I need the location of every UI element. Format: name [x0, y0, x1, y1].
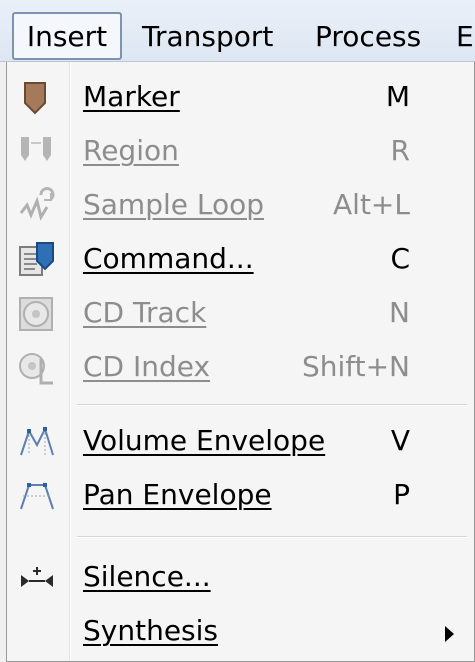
menu-item-label: Synthesis [83, 614, 218, 647]
menu-item-label: Marker [83, 80, 180, 113]
sample-loop-icon [17, 187, 57, 225]
menu-item-label: CD Index [83, 350, 211, 383]
menu-item-label: Region [83, 134, 179, 167]
menu-item-shortcut: P [393, 478, 410, 511]
submenu-arrow-icon [445, 626, 454, 642]
menu-item-pan-envelope[interactable]: Pan Envelope P [7, 468, 475, 522]
insert-dropdown-menu: Marker M Region R Sample Loop Alt+L Comm… [6, 62, 475, 662]
menu-item-cd-track[interactable]: CD Track N [7, 286, 475, 340]
menu-item-shortcut: V [390, 424, 410, 457]
menu-item-sample-loop[interactable]: Sample Loop Alt+L [7, 178, 475, 232]
menu-item-shortcut: M [385, 80, 410, 113]
menu-transport[interactable]: Transport [132, 14, 283, 60]
menu-item-shortcut: N [389, 296, 410, 329]
menu-item-shortcut: Alt+L [333, 188, 410, 221]
menu-separator [77, 536, 467, 538]
menu-separator [77, 404, 467, 406]
pan-envelope-icon [17, 477, 57, 515]
menu-edit-partial[interactable]: E [452, 14, 475, 60]
menu-item-marker[interactable]: Marker M [7, 70, 475, 124]
menu-item-shortcut: R [390, 134, 410, 167]
menu-item-shortcut: C [390, 242, 410, 275]
menu-item-label: CD Track [83, 296, 207, 329]
command-icon [17, 241, 57, 279]
cd-index-icon [17, 349, 57, 387]
marker-icon [17, 79, 57, 117]
silence-icon [17, 559, 57, 597]
volume-envelope-icon [17, 423, 57, 461]
menu-item-synthesis[interactable]: Synthesis [7, 604, 475, 658]
region-icon [17, 133, 57, 171]
menu-process[interactable]: Process [305, 14, 431, 60]
menu-item-label: Sample Loop [83, 188, 265, 221]
menu-item-shortcut: Shift+N [301, 350, 410, 383]
menu-item-silence[interactable]: Silence... [7, 550, 475, 604]
menu-item-command[interactable]: Command... C [7, 232, 475, 286]
menu-bar: Insert Transport Process E [0, 0, 475, 62]
menu-insert[interactable]: Insert [12, 12, 122, 60]
menu-item-volume-envelope[interactable]: Volume Envelope V [7, 414, 475, 468]
menu-item-label: Volume Envelope [83, 424, 326, 457]
menu-item-label: Pan Envelope [83, 478, 272, 511]
menu-item-region[interactable]: Region R [7, 124, 475, 178]
cd-track-icon [17, 295, 57, 333]
menu-item-label: Command... [83, 242, 254, 275]
menu-item-cd-index[interactable]: CD Index Shift+N [7, 340, 475, 394]
menu-item-label: Silence... [83, 560, 211, 593]
